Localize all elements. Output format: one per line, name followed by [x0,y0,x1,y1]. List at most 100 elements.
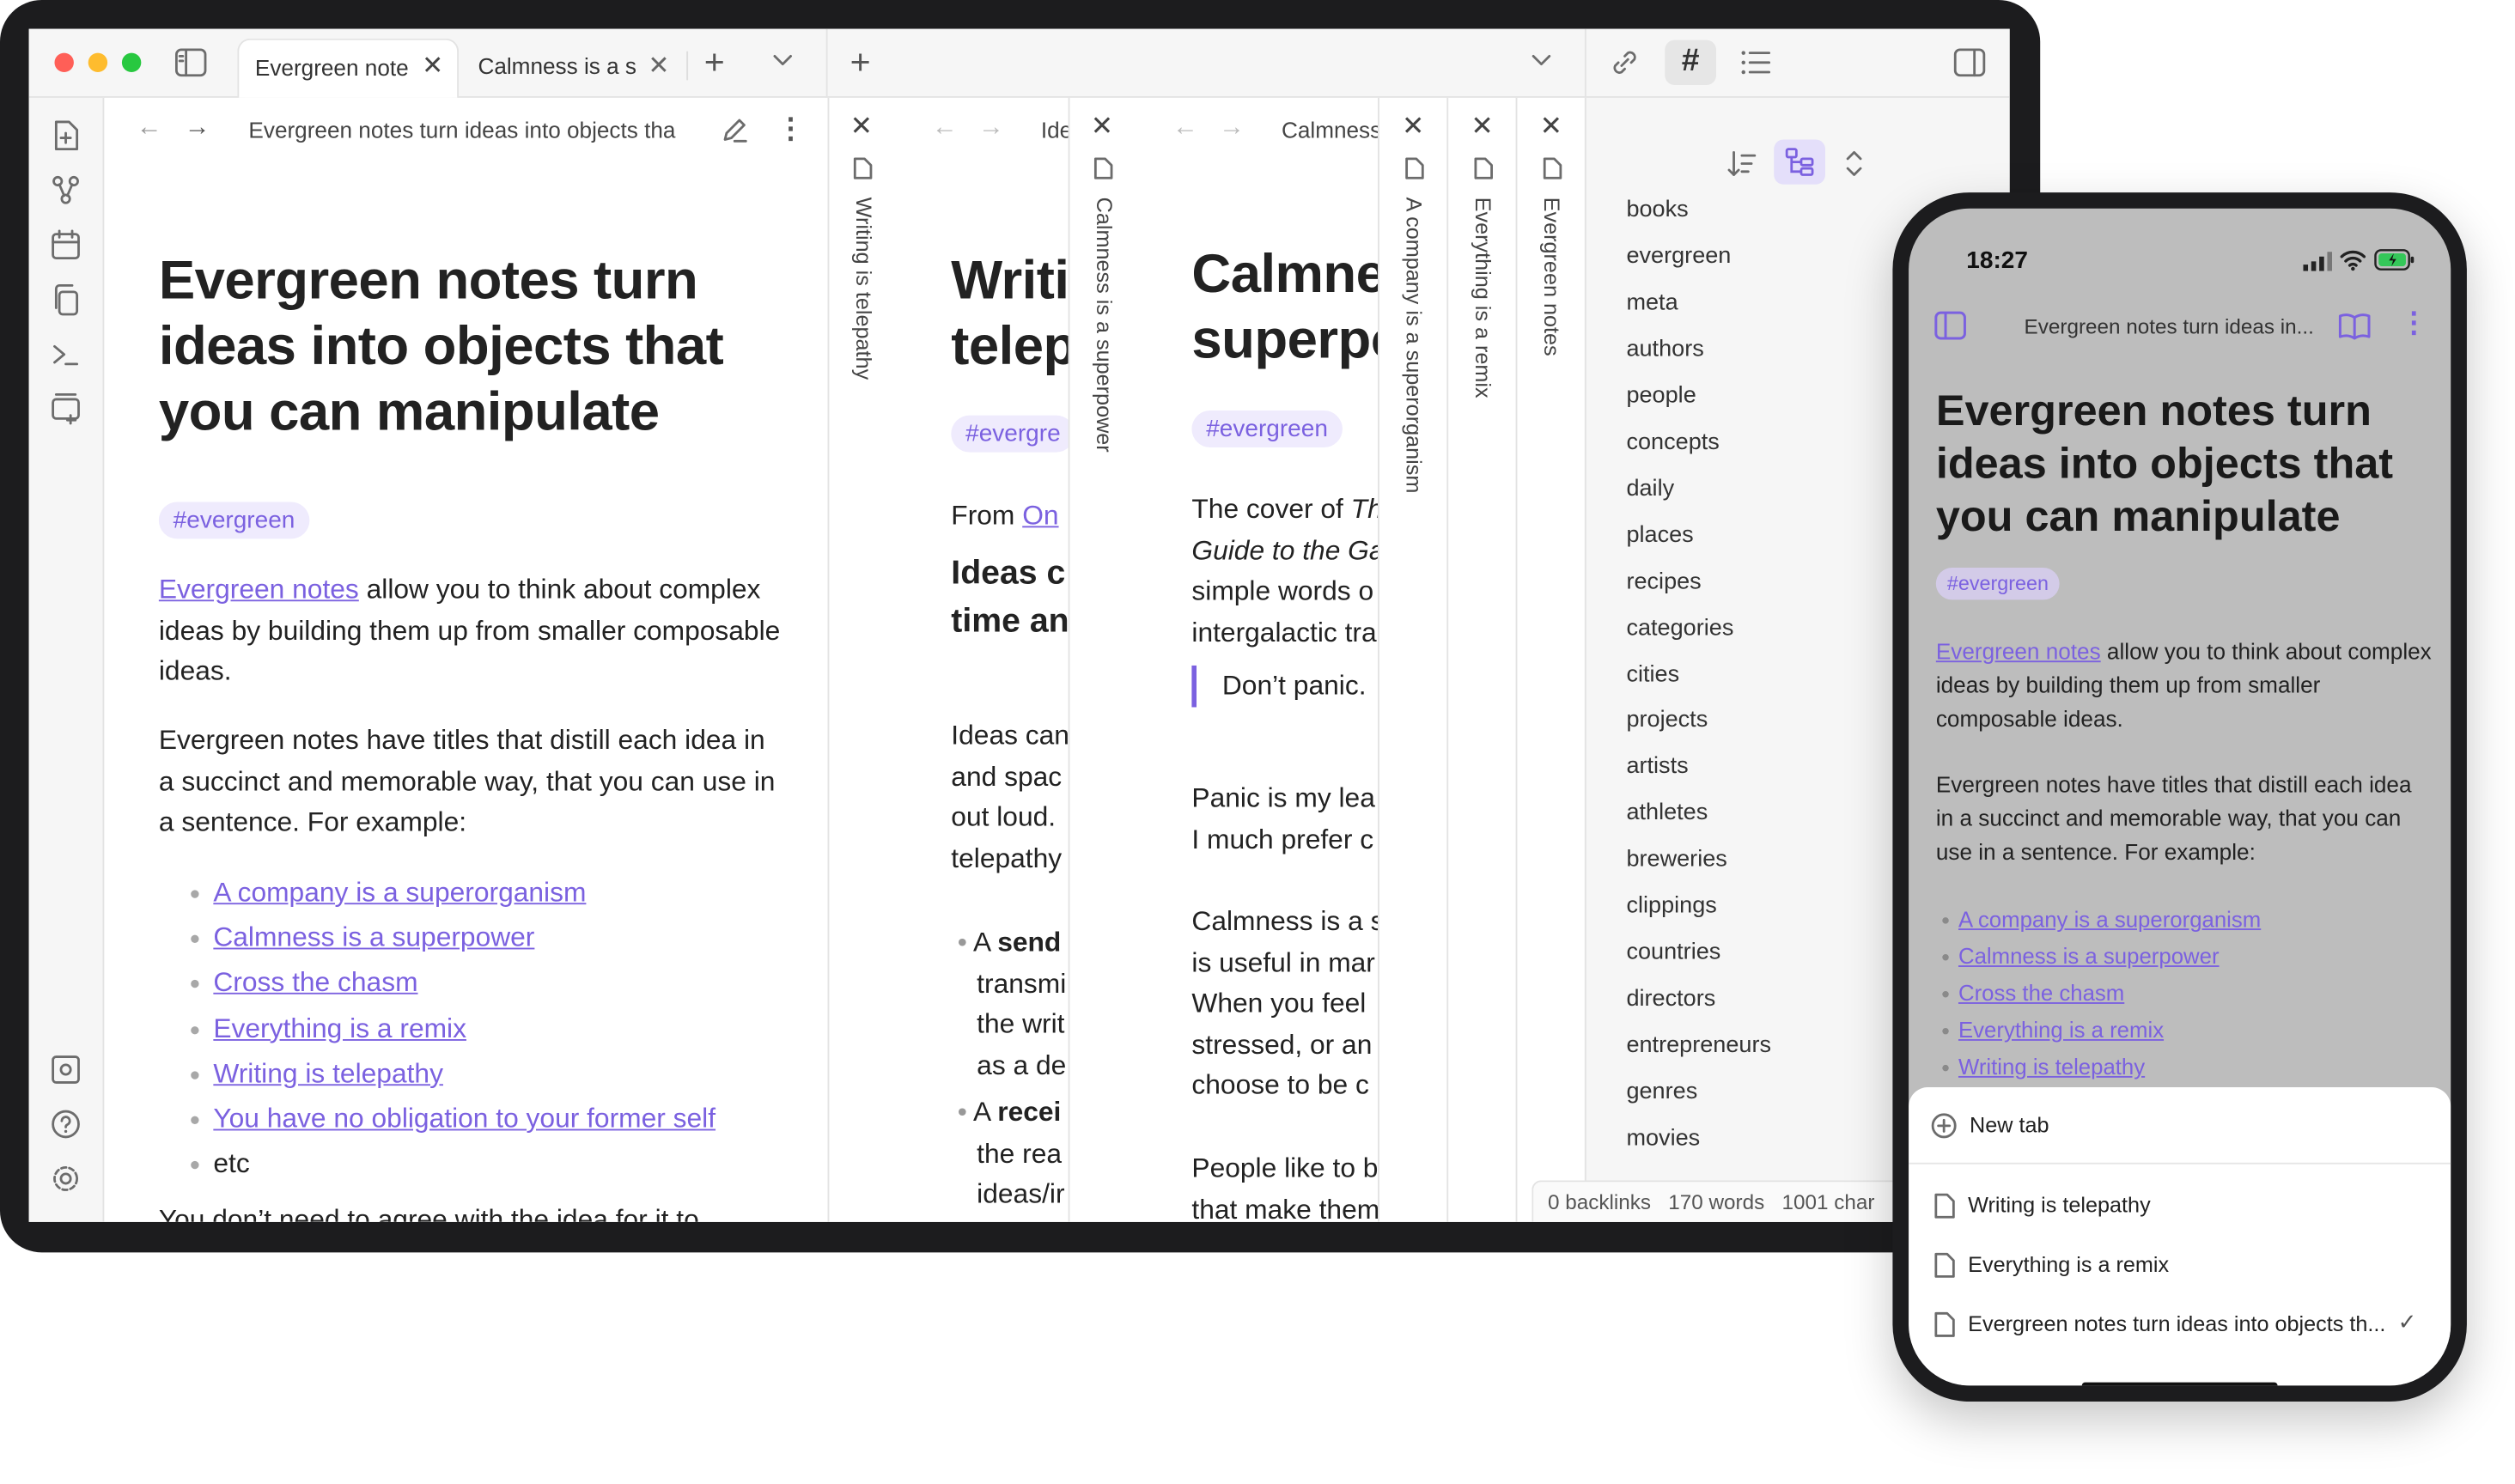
close-icon[interactable]: ✕ [1091,111,1114,143]
plus-icon[interactable]: + [850,42,871,84]
sidebar-right-icon[interactable] [1953,48,1986,77]
list-icon[interactable] [1740,48,1772,77]
tag-item[interactable]: cities [1626,661,1679,687]
tag-item[interactable]: concepts [1626,429,1719,455]
reading-view-icon[interactable] [2338,311,2371,340]
minimize-window-button[interactable] [88,52,108,73]
tag-item[interactable]: recipes [1626,569,1701,594]
edit-icon[interactable] [720,115,749,144]
tab-label: Calmness is a s [478,52,636,79]
internal-link[interactable]: Everything is a remix [1958,1019,2164,1043]
tag-item[interactable]: projects [1626,708,1708,733]
tag-item[interactable]: artists [1626,754,1688,780]
tag-item[interactable]: places [1626,522,1693,548]
close-window-button[interactable] [54,52,74,73]
tag-item[interactable]: daily [1626,476,1674,502]
file-plus-icon[interactable] [52,120,81,152]
back-icon[interactable]: ← [932,114,958,143]
internal-link[interactable]: Calmness is a superpower [213,922,534,952]
slides-icon[interactable] [52,392,81,425]
header-title[interactable]: Evergreen notes turn ideas in... [2025,314,2314,338]
back-icon[interactable]: ← [1172,114,1198,143]
tag-item[interactable]: breweries [1626,847,1726,873]
tag-item[interactable]: entrepreneurs [1626,1033,1771,1059]
spine-calmness[interactable]: ✕ Calmness is a superpower [1068,97,1148,1222]
more-options-icon[interactable]: ⋮ [2399,307,2428,340]
checkmark-icon: ✓ [2397,1308,2417,1335]
sidebar-left-icon[interactable] [1934,311,1966,340]
tag-item[interactable]: authors [1626,337,1703,362]
internal-link[interactable]: Evergreen notes [1936,638,2101,664]
spine-writing[interactable]: ✕ Writing is telepathy [827,97,908,1222]
sidebar-left-icon[interactable] [175,48,207,77]
close-icon[interactable]: ✕ [1402,111,1425,143]
close-tab-icon[interactable]: ✕ [422,50,443,82]
expand-collapse-icon[interactable] [1843,148,1866,179]
tag-item[interactable]: categories [1626,615,1733,641]
bold-text: recei [997,1097,1062,1128]
vault-icon[interactable] [52,1054,81,1086]
internal-link[interactable]: Cross the chasm [1958,982,2124,1006]
gear-icon[interactable] [52,1163,81,1195]
tab-list-item[interactable]: Writing is telepathy [1909,1177,2451,1235]
breadcrumb[interactable]: Calmness [1282,117,1378,143]
plus-icon[interactable]: + [704,42,725,84]
tab-list-item[interactable]: Everything is a remix [1909,1237,2451,1294]
internal-link[interactable]: A company is a superorganism [1958,908,2261,932]
tag-item[interactable]: genres [1626,1080,1697,1105]
internal-link[interactable]: A company is a superorganism [213,877,586,907]
tag-badge[interactable]: #evergreen [158,502,310,539]
hash-icon[interactable]: # [1665,40,1717,85]
chevron-down-icon[interactable] [771,53,794,70]
maximize-window-button[interactable] [121,52,142,73]
forward-icon[interactable]: → [978,114,1004,143]
internal-link[interactable]: You have no obligation to your former se… [213,1104,716,1134]
tag-item[interactable]: clippings [1626,894,1716,920]
sort-icon[interactable] [1727,149,1757,179]
forward-icon[interactable]: → [1219,114,1245,143]
tab-calmness[interactable]: Calmness is a s [462,39,638,98]
tag-item[interactable]: evergreen [1626,244,1731,270]
internal-link[interactable]: Writing is telepathy [213,1058,443,1088]
tag-item[interactable]: people [1626,383,1696,409]
tag-badge[interactable]: #evergre [951,415,1069,453]
forward-icon[interactable]: → [185,114,210,143]
tag-item[interactable]: movies [1626,1126,1700,1152]
tag-item[interactable]: countries [1626,940,1720,966]
help-icon[interactable] [52,1108,81,1140]
terminal-icon[interactable] [52,338,81,370]
chevron-down-icon[interactable] [1530,53,1552,70]
spine-company[interactable]: ✕ A company is a superorganism [1378,97,1447,1222]
tab-list-item[interactable]: Evergreen notes turn ideas into objects … [1909,1296,2451,1353]
link-icon[interactable] [1609,46,1641,78]
calendar-icon[interactable] [52,229,81,261]
external-link[interactable]: On [1022,501,1058,531]
close-tab-icon[interactable]: ✕ [648,50,669,82]
close-icon[interactable]: ✕ [850,111,874,143]
backlinks-count[interactable]: 0 backlinks [1548,1190,1651,1214]
tree-view-icon[interactable] [1774,139,1825,185]
internal-link[interactable]: Calmness is a superpower [1958,945,2220,969]
tag-item[interactable]: directors [1626,987,1715,1013]
graph-icon[interactable] [52,175,81,207]
breadcrumb[interactable]: Evergreen notes turn ideas into objects … [248,117,701,143]
tag-badge[interactable]: #evergreen [1191,411,1343,447]
spine-remix[interactable]: ✕ Everything is a remix [1446,97,1516,1222]
internal-link[interactable]: Cross the chasm [213,968,417,998]
tag-item[interactable]: books [1626,198,1688,223]
breadcrumb[interactable]: Ide [1041,117,1069,143]
close-icon[interactable]: ✕ [1471,111,1494,143]
internal-link[interactable]: Everything is a remix [213,1013,466,1043]
close-icon[interactable]: ✕ [1540,111,1563,143]
spine-evergreen[interactable]: ✕ Evergreen notes [1515,97,1585,1222]
tag-badge[interactable]: #evergreen [1935,568,2061,600]
italic-text: Th [1350,494,1378,525]
internal-link[interactable]: Evergreen notes [159,574,359,604]
copy-icon[interactable] [52,283,81,316]
internal-link[interactable]: Writing is telepathy [1958,1055,2145,1080]
new-tab-row[interactable]: New tab [1909,1087,2451,1165]
tag-item[interactable]: meta [1626,290,1678,316]
back-icon[interactable]: ← [137,114,162,143]
tag-item[interactable]: athletes [1626,800,1708,826]
more-options-icon[interactable]: ⋮ [776,113,806,146]
